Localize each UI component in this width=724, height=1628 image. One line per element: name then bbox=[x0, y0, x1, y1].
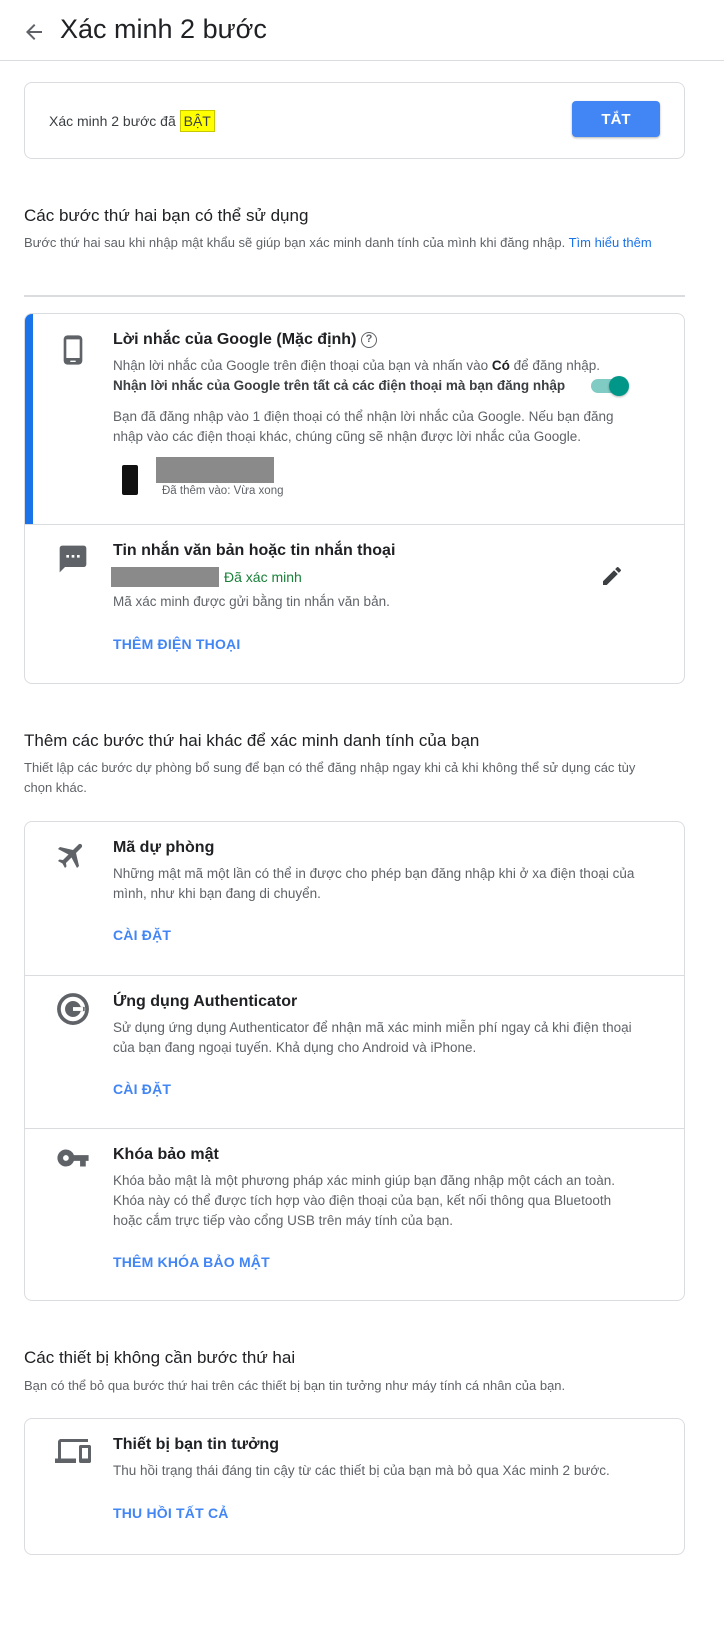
google-prompt-title: Lời nhắc của Google (Mặc định) bbox=[113, 331, 357, 348]
security-key-row: Khóa bảo mật Khóa bảo mật là một phương … bbox=[25, 1128, 684, 1300]
edit-icon[interactable] bbox=[600, 564, 624, 588]
google-prompt-desc: Nhận lời nhắc của Google trên điện thoại… bbox=[113, 356, 623, 376]
status-card: Xác minh 2 bước đã BẬT TẮT bbox=[24, 82, 685, 159]
usable-steps-desc: Bước thứ hai sau khi nhập mật khẩu sẽ gi… bbox=[24, 233, 654, 253]
learn-more-link[interactable]: Tìm hiểu thêm bbox=[569, 235, 652, 250]
section-divider bbox=[24, 295, 685, 297]
redacted-device-name bbox=[156, 457, 274, 483]
more-steps-title: Thêm các bước thứ hai khác để xác minh d… bbox=[24, 731, 480, 750]
turn-off-button[interactable]: TẮT bbox=[572, 101, 660, 137]
airplane-icon bbox=[57, 843, 83, 869]
prompt-desc-part2: để đăng nhập. bbox=[513, 358, 600, 373]
prompt-info: Bạn đã đăng nhập vào 1 điện thoại có thể… bbox=[113, 409, 614, 444]
authenticator-desc: Sử dụng ứng dụng Authenticator để nhận m… bbox=[113, 1020, 632, 1055]
more-steps-desc: Thiết lập các bước dự phòng bổ sung để b… bbox=[24, 760, 636, 795]
trusted-devices-title: Thiết bị bạn tin tưởng bbox=[113, 1436, 280, 1453]
prompt-all-phones-toggle[interactable] bbox=[591, 374, 629, 396]
authenticator-row: Ứng dụng Authenticator Sử dụng ứng dụng … bbox=[25, 975, 684, 1128]
prompt-desc-part1: Nhận lời nhắc của Google trên điện thoại… bbox=[113, 358, 489, 373]
usable-steps-card: Lời nhắc của Google (Mặc định) ? Nhận lờ… bbox=[24, 313, 685, 684]
redacted-phone-number bbox=[111, 567, 219, 587]
trusted-devices-row: Thiết bị bạn tin tưởng Thu hồi trạng thá… bbox=[25, 1419, 684, 1554]
status-text: Xác minh 2 bước đã BẬT bbox=[49, 110, 215, 132]
devices-icon bbox=[55, 1439, 91, 1463]
devices-title: Các thiết bị không cần bước thứ hai bbox=[24, 1348, 296, 1367]
backup-codes-desc: Những mật mã một lần có thể in được cho … bbox=[113, 866, 635, 901]
key-icon bbox=[57, 1149, 89, 1167]
backup-codes-title: Mã dự phòng bbox=[113, 839, 215, 856]
sms-row: Tin nhắn văn bản hoặc tin nhắn thoại Đã … bbox=[25, 524, 684, 683]
status-prefix: Xác minh 2 bước đã bbox=[49, 113, 176, 129]
more-steps-card: Mã dự phòng Những mật mã một lần có thể … bbox=[24, 821, 685, 1301]
authenticator-setup-button[interactable]: CÀI ĐẶT bbox=[113, 1081, 171, 1097]
page-title: Xác minh 2 bước bbox=[60, 14, 267, 44]
security-key-desc: Khóa bảo mật là một phương pháp xác minh… bbox=[113, 1173, 615, 1228]
add-phone-button[interactable]: THÊM ĐIỆN THOẠI bbox=[113, 636, 240, 652]
phone-icon bbox=[63, 335, 83, 365]
trusted-devices-card: Thiết bị bạn tin tưởng Thu hồi trạng thá… bbox=[24, 1418, 685, 1555]
toggle-thumb bbox=[609, 376, 629, 396]
authenticator-icon bbox=[57, 993, 89, 1025]
usable-steps-text: Bước thứ hai sau khi nhập mật khẩu sẽ gi… bbox=[24, 235, 566, 250]
trusted-devices-desc: Thu hồi trạng thái đáng tin cậy từ các t… bbox=[113, 1463, 610, 1478]
security-key-title: Khóa bảo mật bbox=[113, 1146, 219, 1163]
backup-codes-row: Mã dự phòng Những mật mã một lần có thể … bbox=[25, 822, 684, 975]
sms-icon bbox=[59, 545, 87, 573]
status-state: BẬT bbox=[179, 110, 215, 132]
help-icon[interactable]: ? bbox=[361, 332, 377, 348]
top-bar: Xác minh 2 bước bbox=[0, 0, 724, 61]
device-added-time: Đã thêm vào: Vừa xong bbox=[162, 485, 284, 497]
usable-steps-title: Các bước thứ hai bạn có thể sử dụng bbox=[24, 206, 309, 225]
sms-verified-status: Đã xác minh bbox=[224, 569, 302, 585]
devices-desc: Bạn có thể bỏ qua bước thứ hai trên các … bbox=[24, 1378, 566, 1393]
backup-codes-setup-button[interactable]: CÀI ĐẶT bbox=[113, 927, 171, 943]
google-prompt-row: Lời nhắc của Google (Mặc định) ? Nhận lờ… bbox=[25, 314, 684, 524]
arrow-left-icon[interactable] bbox=[22, 20, 46, 44]
add-security-key-button[interactable]: THÊM KHÓA BẢO MẬT bbox=[113, 1254, 270, 1270]
sms-title: Tin nhắn văn bản hoặc tin nhắn thoại bbox=[113, 542, 396, 559]
prompt-desc-bold: Có bbox=[491, 358, 510, 373]
sms-desc: Mã xác minh được gửi bằng tin nhắn văn b… bbox=[113, 594, 390, 609]
device-phone-icon bbox=[122, 465, 138, 495]
revoke-all-button[interactable]: THU HỒI TẤT CẢ bbox=[113, 1505, 229, 1521]
authenticator-title: Ứng dụng Authenticator bbox=[113, 993, 298, 1010]
prompt-all-phones-label: Nhận lời nhắc của Google trên tất cả các… bbox=[113, 378, 566, 393]
